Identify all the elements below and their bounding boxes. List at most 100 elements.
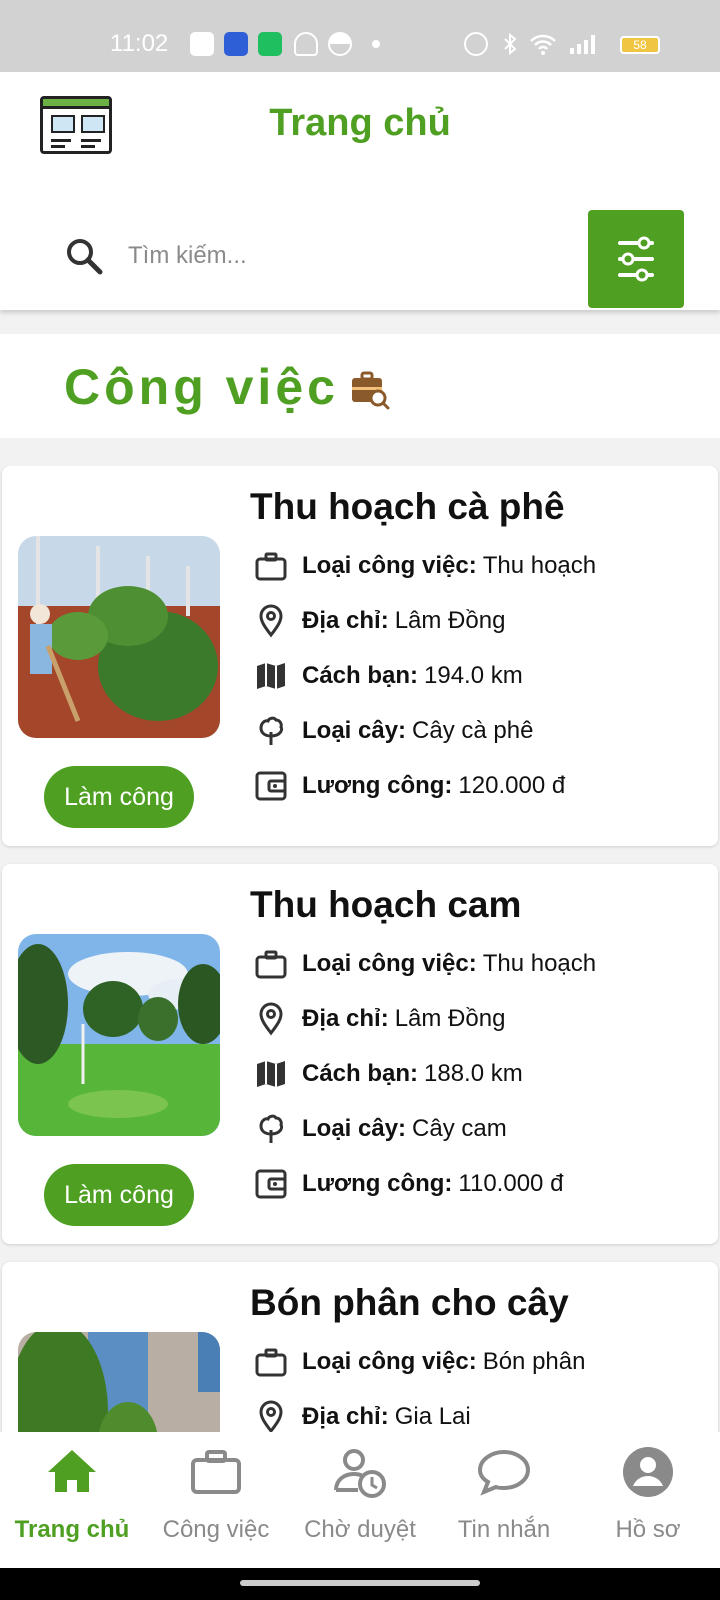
nav-item-profile[interactable]: Hồ sơ [576, 1432, 720, 1568]
chat-icon [258, 32, 282, 56]
nav-label: Hồ sơ [615, 1516, 681, 1543]
profile-icon [623, 1447, 673, 1497]
wage-value: 110.000 đ [458, 1170, 564, 1197]
status-time: 11:02 [110, 30, 169, 57]
wage-row: Lương công: 120.000 đ [254, 766, 565, 806]
half-circle-icon [328, 32, 352, 56]
job-card[interactable]: Làm công Thu hoạch cà phê Loại công việc… [2, 466, 718, 846]
job-type-value: Thu hoạch [482, 950, 597, 977]
job-type-label: Loại công việc: [302, 552, 477, 579]
job-title: Thu hoạch cam [250, 884, 522, 925]
section-title: Công việc [64, 359, 339, 415]
briefcase-icon [255, 950, 287, 979]
job-title: Bón phân cho cây [250, 1282, 569, 1323]
work-button[interactable]: Làm công [44, 766, 194, 828]
distance-row: Cách bạn: 188.0 km [254, 1054, 523, 1094]
job-title: Thu hoạch cà phê [250, 486, 565, 527]
nav-label: Chờ duyệt [304, 1516, 416, 1543]
plant-row: Loại cây: Cây cam [254, 1109, 507, 1149]
nav-label: Tin nhắn [457, 1516, 551, 1543]
nav-item-messages[interactable]: Tin nhắn [432, 1432, 576, 1568]
job-image-coffee [18, 536, 220, 738]
sliders-icon [618, 236, 654, 282]
distance-label: Cách bạn: [302, 662, 419, 689]
location-pin-icon [259, 1400, 283, 1432]
job-type-row: Loại công việc: Bón phân [254, 1342, 585, 1382]
wage-label: Lương công: [302, 772, 453, 799]
nav-item-home[interactable]: Trang chủ [0, 1432, 144, 1568]
dot-icon [372, 40, 380, 48]
address-row: Địa chỉ: Gia Lai [254, 1397, 471, 1432]
filter-button[interactable] [588, 210, 684, 308]
plant-value: Cây cam [412, 1115, 507, 1142]
gesture-bar [0, 1568, 720, 1600]
distance-row: Cách bạn: 194.0 km [254, 656, 523, 696]
hotspot-icon [224, 32, 248, 56]
distance-label: Cách bạn: [302, 1060, 419, 1087]
search-input[interactable] [128, 230, 548, 282]
wage-value: 120.000 đ [458, 772, 566, 799]
tree-icon [259, 1114, 284, 1143]
zalo-icon [190, 32, 214, 56]
plant-row: Loại cây: Cây cà phê [254, 711, 533, 751]
address-row: Địa chỉ: Lâm Đồng [254, 601, 505, 641]
alarm-icon [464, 32, 488, 56]
job-type-row: Loại công việc: Thu hoạch [254, 944, 596, 984]
signal-icon [568, 32, 600, 56]
nav-label: Trang chủ [14, 1516, 130, 1543]
nav-label: Công việc [162, 1516, 270, 1543]
tree-icon [259, 716, 284, 745]
bell-icon [294, 32, 318, 56]
address-label: Địa chỉ: [302, 1403, 389, 1430]
address-value: Gia Lai [394, 1403, 471, 1430]
location-pin-icon [259, 604, 283, 638]
home-indicator[interactable] [240, 1580, 480, 1586]
job-type-row: Loại công việc: Thu hoạch [254, 546, 596, 586]
job-type-label: Loại công việc: [302, 1348, 477, 1375]
pending-user-icon [334, 1449, 386, 1498]
job-search-icon [352, 371, 390, 410]
address-value: Lâm Đồng [394, 1005, 506, 1032]
map-icon [257, 663, 285, 689]
briefcase-icon [255, 552, 287, 581]
job-type-value: Bón phân [482, 1348, 586, 1375]
job-card[interactable]: Bón phân cho cây Loại công việc: Bón phâ… [2, 1262, 718, 1432]
search-icon [67, 239, 103, 275]
job-list: Làm công Thu hoạch cà phê Loại công việc… [0, 466, 720, 1432]
chat-bubble-icon [477, 1449, 531, 1496]
distance-value: 188.0 km [424, 1060, 523, 1087]
job-type-label: Loại công việc: [302, 950, 477, 977]
wage-row: Lương công: 110.000 đ [254, 1164, 563, 1204]
map-icon [257, 1061, 285, 1087]
section-header: Công việc [0, 334, 720, 438]
bluetooth-icon [498, 32, 522, 56]
wifi-icon [528, 32, 558, 56]
job-image-fertilize [18, 1332, 220, 1432]
job-image-orange [18, 934, 220, 1136]
distance-value: 194.0 km [424, 662, 523, 689]
job-type-value: Thu hoạch [482, 552, 597, 579]
page-title: Trang chủ [269, 102, 451, 144]
address-label: Địa chỉ: [302, 1005, 389, 1032]
status-bar: 11:02 58 [0, 0, 720, 72]
plant-label: Loại cây: [302, 1115, 407, 1142]
briefcase-icon [191, 1450, 241, 1494]
address-row: Địa chỉ: Lâm Đồng [254, 999, 505, 1039]
work-button[interactable]: Làm công [44, 1164, 194, 1226]
address-label: Địa chỉ: [302, 607, 389, 634]
battery-icon: 58 [620, 36, 660, 54]
home-icon [48, 1450, 96, 1492]
address-value: Lâm Đồng [394, 607, 506, 634]
plant-value: Cây cà phê [412, 717, 534, 744]
app-header: Trang chủ [0, 72, 720, 310]
nav-item-jobs[interactable]: Công việc [144, 1432, 288, 1568]
bottom-nav: Trang chủ Công việc Chờ duyệt Tin nhắn H… [0, 1432, 720, 1568]
wallet-icon [255, 1169, 287, 1199]
nav-item-pending[interactable]: Chờ duyệt [288, 1432, 432, 1568]
briefcase-icon [255, 1348, 287, 1377]
wage-label: Lương công: [302, 1170, 453, 1197]
wallet-icon [255, 771, 287, 801]
plant-label: Loại cây: [302, 717, 407, 744]
location-pin-icon [259, 1002, 283, 1036]
job-card[interactable]: Làm công Thu hoạch cam Loại công việc: T… [2, 864, 718, 1244]
